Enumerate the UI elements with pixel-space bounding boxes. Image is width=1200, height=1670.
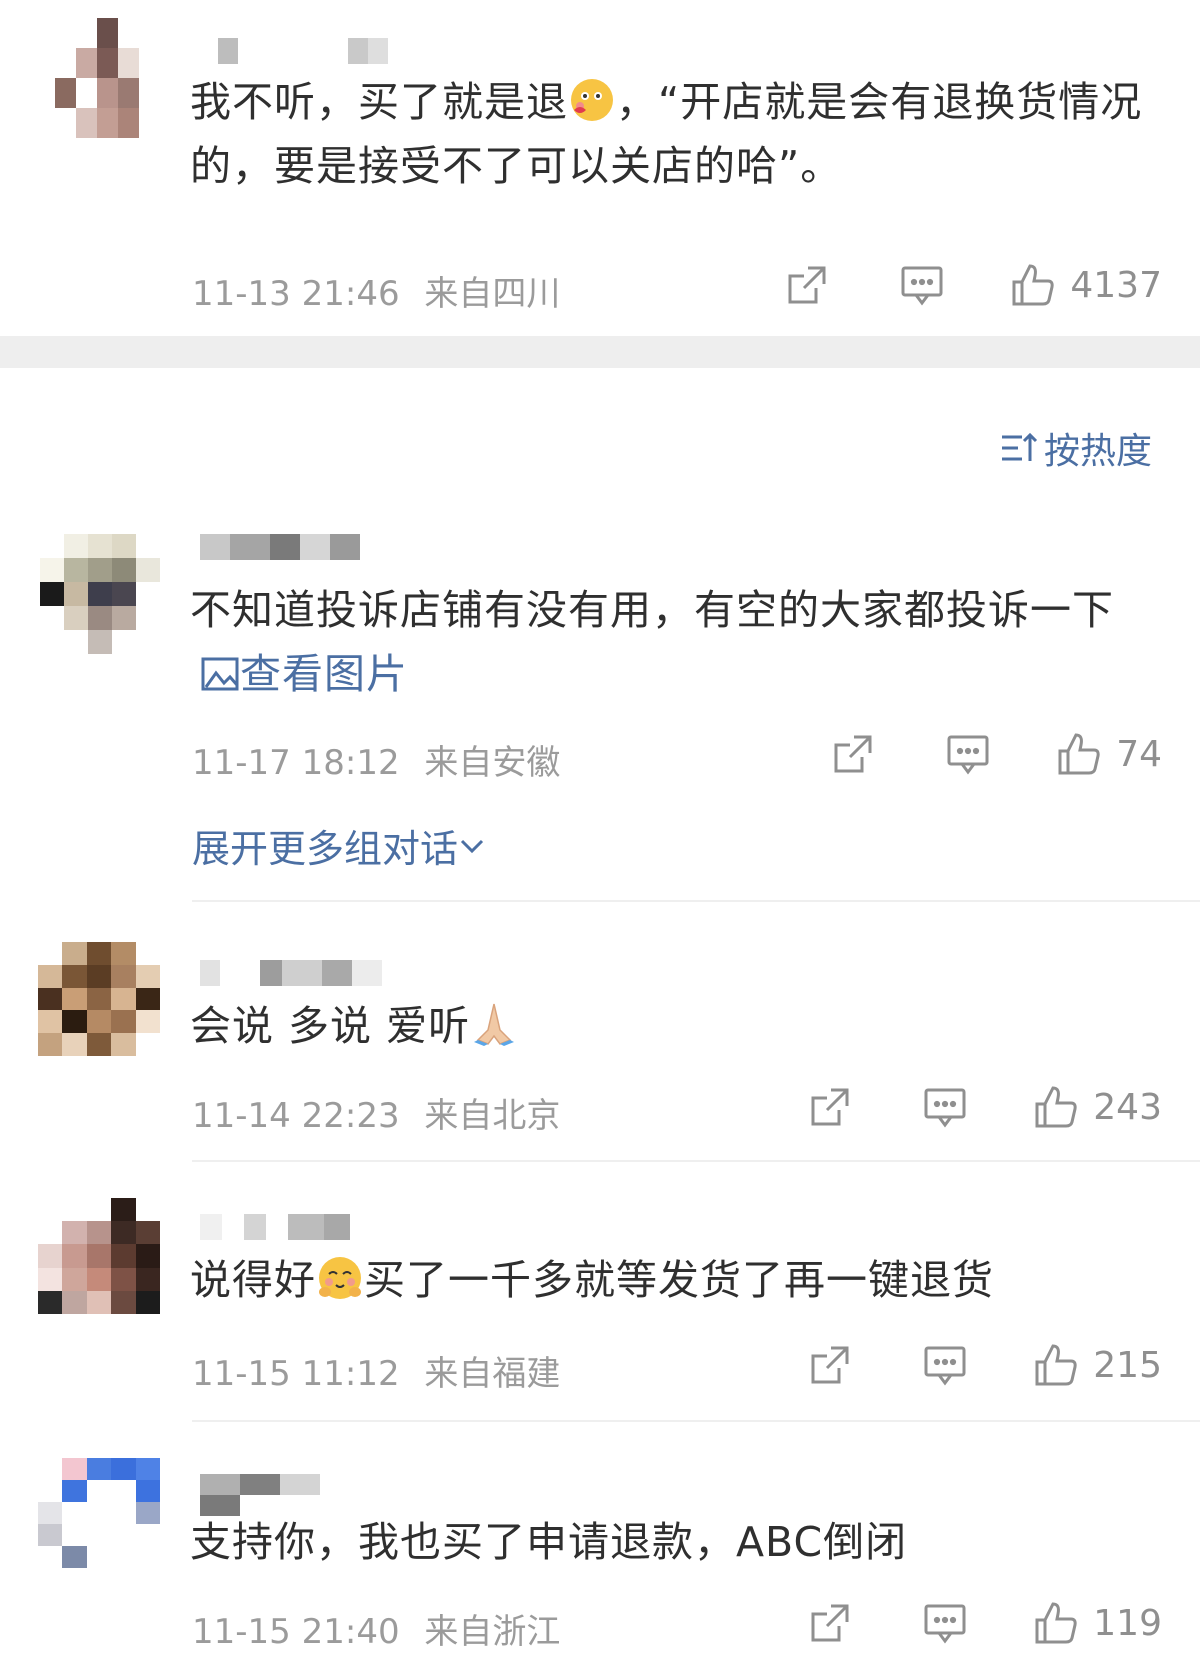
avatar[interactable]: [38, 942, 160, 1056]
view-image-link[interactable]: 查看图片: [200, 642, 408, 706]
comment-text: 会说 多说 爱听: [190, 994, 1170, 1058]
like-count: 243: [1093, 1086, 1162, 1128]
share-button[interactable]: [809, 1602, 851, 1644]
thumbs-up-icon: [1035, 1086, 1077, 1128]
blushing-emoji-icon: [571, 79, 613, 121]
share-button[interactable]: [809, 1344, 851, 1386]
timestamp: 11-17 18:12: [192, 743, 400, 783]
divider: [192, 1420, 1200, 1422]
expand-conversations-link[interactable]: 展开更多组对话: [192, 818, 486, 873]
like-button[interactable]: 119: [1033, 1600, 1162, 1646]
like-count: 215: [1093, 1344, 1162, 1386]
avatar[interactable]: [40, 534, 160, 654]
sort-icon: [1001, 432, 1038, 461]
location: 来自福建: [424, 1354, 561, 1394]
share-button[interactable]: [809, 1086, 851, 1128]
like-button[interactable]: 4137: [1010, 262, 1162, 308]
share-icon: [834, 735, 872, 773]
comment-button[interactable]: [900, 264, 944, 306]
comment-button[interactable]: [946, 733, 990, 775]
comment-icon: [924, 1346, 966, 1386]
timestamp: 11-15 21:40: [192, 1612, 400, 1652]
comment-actions: 119: [749, 1600, 1162, 1646]
comment-meta: 11-15 21:40 来自浙江: [192, 1604, 560, 1653]
divider: [192, 1160, 1200, 1162]
avatar[interactable]: [55, 18, 139, 138]
comment-button[interactable]: [923, 1344, 967, 1386]
location: 来自北京: [424, 1096, 561, 1136]
comment-text: 我不听，买了就是退 ，“开店就是会有退换货情况的，要是接受不了可以关店的哈”。: [190, 78, 1143, 190]
timestamp: 11-15 11:12: [192, 1354, 400, 1394]
share-icon: [811, 1088, 849, 1126]
thumbs-up-icon: [1035, 1344, 1077, 1386]
thumbs-up-icon: [1058, 733, 1100, 775]
timestamp: 11-14 22:23: [192, 1096, 400, 1136]
comment-icon: [924, 1604, 966, 1644]
comment-button[interactable]: [923, 1602, 967, 1644]
comment-meta: 11-13 21:46 来自四川: [192, 266, 560, 315]
comment-actions: 243: [749, 1084, 1162, 1130]
comment-icon: [901, 266, 943, 306]
comment-icon: [924, 1088, 966, 1128]
username-masked[interactable]: [200, 534, 360, 560]
avatar[interactable]: [38, 1198, 160, 1314]
comment-text: 不知道投诉店铺有没有用，有空的大家都投诉一下 查看图片: [190, 578, 1170, 711]
chevron-down-icon: [460, 839, 484, 853]
comment-actions: 215: [749, 1342, 1162, 1388]
timestamp: 11-13 21:46: [192, 274, 400, 314]
thumbs-up-icon: [1012, 264, 1055, 306]
share-icon: [811, 1604, 849, 1642]
share-icon: [788, 266, 826, 304]
comment-text: 支持你，我也买了申请退款，ABC倒闭: [190, 1518, 908, 1566]
image-icon: [201, 657, 239, 691]
sort-label: 按热度: [1043, 431, 1152, 472]
like-count: 119: [1093, 1602, 1162, 1644]
like-button[interactable]: 243: [1033, 1084, 1162, 1130]
like-count: 4137: [1070, 264, 1162, 306]
comment-icon: [947, 735, 989, 775]
like-button[interactable]: 74: [1056, 731, 1162, 777]
comment-meta: 11-15 11:12 来自福建: [192, 1346, 560, 1395]
thumbs-up-icon: [1035, 1602, 1077, 1644]
share-icon: [811, 1346, 849, 1384]
like-button[interactable]: 215: [1033, 1342, 1162, 1388]
location: 来自安徽: [424, 743, 561, 783]
share-button[interactable]: [832, 733, 874, 775]
comment-meta: 11-14 22:23 来自北京: [192, 1088, 560, 1137]
username-masked[interactable]: [200, 960, 420, 986]
location: 来自浙江: [424, 1612, 561, 1652]
username-masked[interactable]: [218, 38, 398, 64]
comment-meta: 11-17 18:12 来自安徽: [192, 735, 560, 784]
comment-actions: 4137: [726, 262, 1162, 308]
shy-emoji-icon: [319, 1257, 361, 1299]
like-count: 74: [1116, 733, 1162, 775]
avatar[interactable]: [38, 1458, 160, 1568]
divider: [192, 900, 1200, 902]
location: 来自四川: [424, 274, 561, 314]
pray-emoji-icon: [474, 1003, 515, 1046]
sort-toggle[interactable]: 按热度: [1000, 422, 1152, 474]
section-divider: [0, 336, 1200, 368]
comment-button[interactable]: [923, 1086, 967, 1128]
comment-actions: 74: [772, 731, 1162, 777]
expand-label: 展开更多组对话: [192, 827, 459, 871]
share-button[interactable]: [786, 264, 828, 306]
username-masked[interactable]: [200, 1214, 360, 1240]
comment-text: 说得好 买了一千多就等发货了再一键退货: [190, 1256, 994, 1304]
